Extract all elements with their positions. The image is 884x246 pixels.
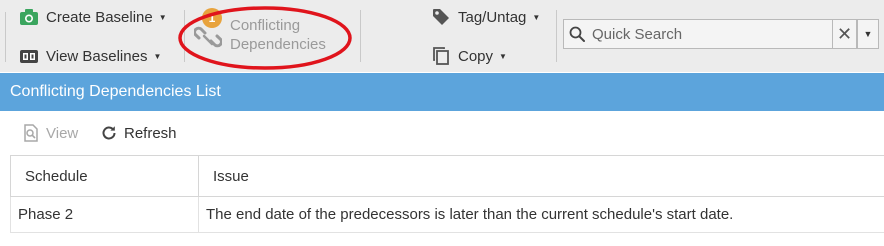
tag-icon (430, 7, 452, 27)
chevron-down-icon: ▼ (158, 12, 167, 22)
refresh-button[interactable]: Refresh (100, 123, 177, 143)
chevron-down-icon: ▼ (499, 51, 507, 61)
column-header-issue[interactable]: Issue (199, 156, 884, 197)
conflicting-label-line1: Conflicting (230, 17, 301, 34)
conflicting-dependencies-label: Conflicting Dependencies (230, 16, 326, 54)
view-baselines-button[interactable]: View Baselines ▼ (18, 44, 161, 68)
quick-search-input[interactable] (592, 25, 822, 43)
refresh-label: Refresh (124, 124, 177, 142)
chevron-down-icon: ▼ (532, 12, 541, 22)
search-options-dropdown[interactable]: ▼ (857, 19, 879, 49)
copy-button[interactable]: Copy ▼ (430, 44, 507, 68)
column-header-schedule[interactable]: Schedule (11, 156, 199, 197)
view-icon (22, 123, 40, 143)
conflicting-dependencies-button[interactable]: 1 Conflicting Dependencies (190, 6, 350, 62)
caret-down-icon: ▼ (863, 29, 873, 39)
schedule-cell: Phase 2 (11, 197, 199, 232)
copy-label: Copy (458, 47, 494, 65)
search-icon (568, 24, 586, 44)
create-baseline-button[interactable]: Create Baseline ▼ (18, 5, 167, 29)
view-button[interactable]: View (22, 123, 78, 143)
toolbar-separator (184, 10, 185, 62)
panel-toolbar: View Refresh (0, 111, 884, 155)
tag-untag-label: Tag/Untag (458, 8, 527, 26)
baselines-icon (18, 46, 40, 66)
view-label: View (46, 124, 79, 142)
view-baselines-label: View Baselines (46, 47, 148, 65)
quick-search-box[interactable] (563, 19, 833, 49)
camera-icon (18, 7, 40, 27)
create-baseline-label: Create Baseline (46, 8, 153, 26)
toolbar-separator (556, 10, 557, 62)
table-row[interactable]: Phase 2 The end date of the predecessors… (10, 197, 884, 233)
conflict-count-badge: 1 (202, 8, 222, 28)
issue-cell: The end date of the predecessors is late… (206, 206, 734, 223)
toolbar-separator (360, 10, 361, 62)
chevron-down-icon: ▼ (153, 51, 162, 61)
refresh-icon (100, 123, 118, 143)
close-icon: ✕ (836, 23, 853, 44)
toolbar-separator (5, 12, 6, 62)
table-header: Schedule Issue (10, 155, 884, 197)
panel-title: Conflicting Dependencies List (0, 73, 884, 111)
tag-untag-button[interactable]: Tag/Untag ▼ (430, 5, 540, 29)
clear-search-button[interactable]: ✕ (833, 19, 857, 49)
conflicts-table: Schedule Issue Phase 2 The end date of t… (10, 155, 884, 233)
conflicting-label-line2: Dependencies (230, 36, 326, 53)
toolbar: Create Baseline ▼ View Baselines ▼ 1 Con… (0, 0, 884, 72)
copy-icon (430, 46, 452, 66)
link-icon (193, 24, 223, 53)
